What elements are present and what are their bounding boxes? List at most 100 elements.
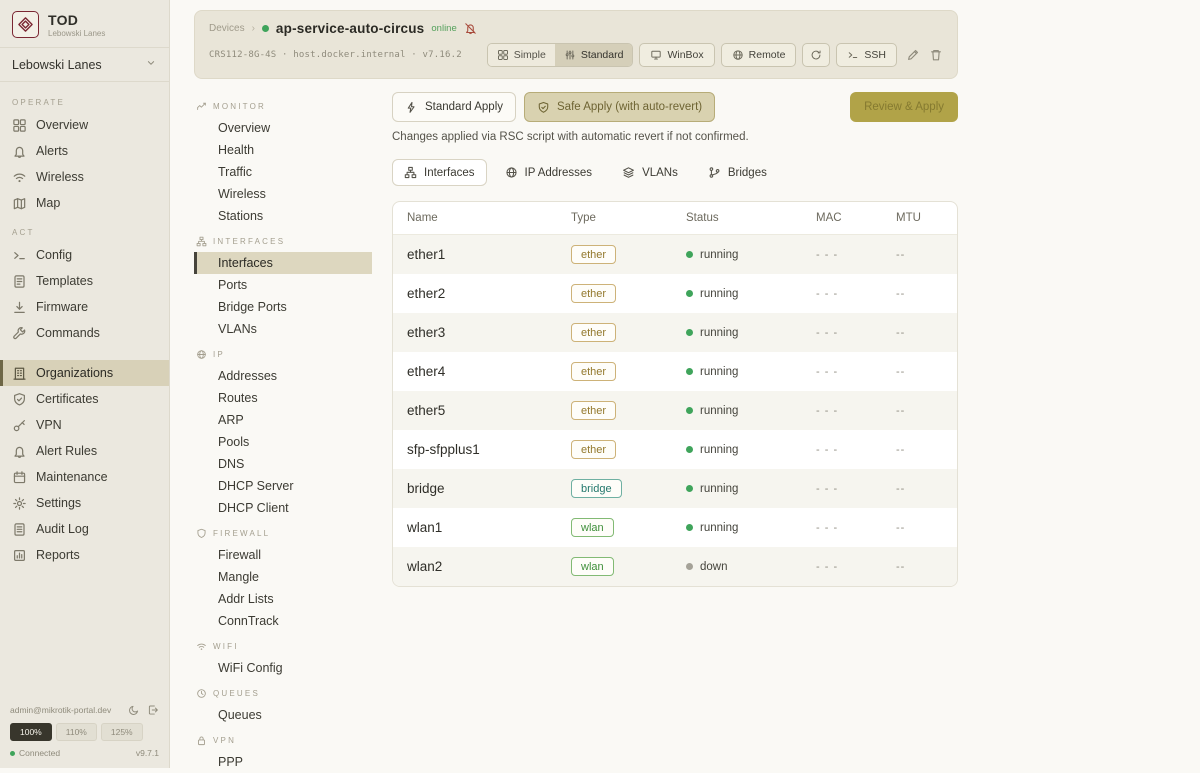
branch-icon [708, 166, 721, 179]
interface-name: ether4 [407, 364, 571, 379]
status-label: running [700, 288, 738, 300]
winbox-button[interactable]: WinBox [639, 43, 714, 67]
subnav-item-vlans[interactable]: VLANs [194, 318, 372, 340]
sidebar-item-alerts[interactable]: Alerts [0, 138, 169, 164]
mtu-value: -- [896, 405, 957, 417]
subnav-item-overview[interactable]: Overview [194, 117, 372, 139]
view-standard-button[interactable]: Standard [555, 44, 633, 66]
interface-name: ether2 [407, 286, 571, 301]
subnav-item-bridge-ports[interactable]: Bridge Ports [194, 296, 372, 318]
sidebar-item-commands[interactable]: Commands [0, 320, 169, 346]
table-row-ether1[interactable]: ether1etherrunning- - --- [393, 235, 957, 274]
subnav-section-interfaces: INTERFACES [194, 227, 392, 252]
table-row-ether2[interactable]: ether2etherrunning- - --- [393, 274, 957, 313]
subnav-item-ppp[interactable]: PPP [194, 751, 372, 773]
sidebar-item-label: Reports [36, 548, 80, 562]
lock-icon [196, 735, 207, 746]
sitemap-icon [196, 236, 207, 247]
sidebar-item-alert-rules[interactable]: Alert Rules [0, 438, 169, 464]
sidebar-item-maintenance[interactable]: Maintenance [0, 464, 169, 490]
breadcrumb-devices[interactable]: Devices [209, 23, 245, 34]
subnav-item-addresses[interactable]: Addresses [194, 365, 372, 387]
subnav-item-stations[interactable]: Stations [194, 205, 372, 227]
terminal-icon [12, 248, 27, 263]
subnav-item-firewall[interactable]: Firewall [194, 544, 372, 566]
wrench-icon [12, 326, 27, 341]
sidebar-item-settings[interactable]: Settings [0, 490, 169, 516]
table-row-ether4[interactable]: ether4etherrunning- - --- [393, 352, 957, 391]
tab-bridges[interactable]: Bridges [696, 159, 779, 186]
standard-apply-button[interactable]: Standard Apply [392, 92, 516, 122]
sidebar-item-wireless[interactable]: Wireless [0, 164, 169, 190]
subnav-item-wifi-config[interactable]: WiFi Config [194, 657, 372, 679]
edit-button[interactable] [906, 48, 920, 62]
zoom-controls: 100%110%125% [10, 723, 159, 741]
tab-ip-addresses[interactable]: IP Addresses [493, 159, 605, 186]
status-label: running [700, 405, 738, 417]
sidebar-item-certificates[interactable]: Certificates [0, 386, 169, 412]
sidebar-item-label: Map [36, 196, 60, 210]
subnav-item-arp[interactable]: ARP [194, 409, 372, 431]
sidebar-item-label: Wireless [36, 170, 84, 184]
subnav-item-pools[interactable]: Pools [194, 431, 372, 453]
column-header-status: Status [686, 212, 816, 224]
review-apply-button[interactable]: Review & Apply [850, 92, 958, 122]
sidebar-item-audit-log[interactable]: Audit Log [0, 516, 169, 542]
subnav-item-health[interactable]: Health [194, 139, 372, 161]
subnav-item-dhcp-client[interactable]: DHCP Client [194, 497, 372, 519]
sidebar-item-map[interactable]: Map [0, 190, 169, 216]
refresh-button[interactable] [802, 43, 830, 67]
status-dot-icon [686, 407, 693, 414]
subnav-item-routes[interactable]: Routes [194, 387, 372, 409]
safe-apply-button[interactable]: Safe Apply (with auto-revert) [524, 92, 715, 122]
org-selector[interactable]: Lebowski Lanes [0, 47, 169, 82]
table-row-sfp-sfpplus1[interactable]: sfp-sfpplus1etherrunning- - --- [393, 430, 957, 469]
subnav-section-wifi: WIFI [194, 632, 392, 657]
ssh-button[interactable]: SSH [836, 43, 897, 67]
tab-interfaces[interactable]: Interfaces [392, 159, 487, 186]
interfaces-panel: Standard Apply Safe Apply (with auto-reve… [392, 92, 958, 773]
table-row-wlan1[interactable]: wlan1wlanrunning- - --- [393, 508, 957, 547]
subnav-item-traffic[interactable]: Traffic [194, 161, 372, 183]
subnav-item-ports[interactable]: Ports [194, 274, 372, 296]
sidebar-item-templates[interactable]: Templates [0, 268, 169, 294]
theme-toggle-button[interactable] [128, 704, 140, 716]
subnav-item-conntrack[interactable]: ConnTrack [194, 610, 372, 632]
gear-icon [12, 496, 27, 511]
status-dot-icon [686, 563, 693, 570]
grid-icon [497, 49, 509, 61]
sidebar: TOD Lebowski Lanes Lebowski Lanes OPERAT… [0, 0, 170, 768]
interface-name: ether5 [407, 403, 571, 418]
subnav-item-mangle[interactable]: Mangle [194, 566, 372, 588]
zoom-100-button[interactable]: 100% [10, 723, 52, 741]
mute-notifications-button[interactable] [464, 22, 477, 35]
tab-vlans[interactable]: VLANs [610, 159, 690, 186]
remote-button[interactable]: Remote [721, 43, 797, 67]
subnav-item-interfaces[interactable]: Interfaces [194, 252, 372, 274]
view-simple-button[interactable]: Simple [488, 44, 555, 66]
sidebar-item-firmware[interactable]: Firmware [0, 294, 169, 320]
key-icon [12, 418, 27, 433]
table-row-wlan2[interactable]: wlan2wlandown- - --- [393, 547, 957, 586]
zoom-125-button[interactable]: 125% [101, 723, 143, 741]
logout-button[interactable] [147, 704, 159, 716]
subnav-item-dns[interactable]: DNS [194, 453, 372, 475]
subnav-item-addr-lists[interactable]: Addr Lists [194, 588, 372, 610]
sidebar-item-vpn[interactable]: VPN [0, 412, 169, 438]
zoom-110-button[interactable]: 110% [56, 723, 97, 741]
subnav-item-dhcp-server[interactable]: DHCP Server [194, 475, 372, 497]
mac-value: - - - [816, 561, 896, 573]
table-row-bridge[interactable]: bridgebridgerunning- - --- [393, 469, 957, 508]
delete-button[interactable] [929, 48, 943, 62]
subnav-item-queues[interactable]: Queues [194, 704, 372, 726]
sidebar-item-organizations[interactable]: Organizations [0, 360, 169, 386]
layers-icon [622, 166, 635, 179]
subnav-item-wireless[interactable]: Wireless [194, 183, 372, 205]
globe-icon [196, 349, 207, 360]
sidebar-item-reports[interactable]: Reports [0, 542, 169, 568]
status-label: running [700, 366, 738, 378]
sidebar-item-overview[interactable]: Overview [0, 112, 169, 138]
table-row-ether5[interactable]: ether5etherrunning- - --- [393, 391, 957, 430]
sidebar-item-config[interactable]: Config [0, 242, 169, 268]
table-row-ether3[interactable]: ether3etherrunning- - --- [393, 313, 957, 352]
